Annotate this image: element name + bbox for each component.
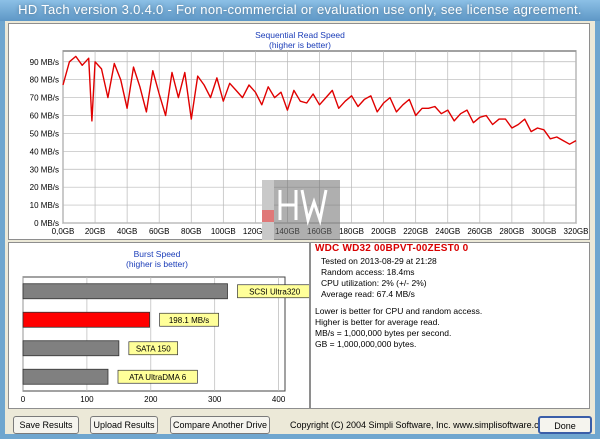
x-tick-label: 220GB xyxy=(403,227,428,236)
burst-bar-label: 198.1 MB/s xyxy=(169,316,209,325)
save-results-button[interactable]: Save Results xyxy=(13,416,79,434)
burst-x-tick-label: 0 xyxy=(21,395,26,404)
tested-date: Tested on 2013-08-29 at 21:28 xyxy=(321,256,437,266)
y-tick-label: 60 MB/s xyxy=(30,112,59,121)
y-tick-label: 30 MB/s xyxy=(30,165,59,174)
burst-x-tick-label: 300 xyxy=(208,395,222,404)
burst-bar xyxy=(22,283,228,300)
x-tick-label: 60GB xyxy=(149,227,169,236)
y-tick-label: 90 MB/s xyxy=(30,58,59,67)
burst-bar-label: ATA UltraDMA 6 xyxy=(129,373,187,382)
y-tick-label: 10 MB/s xyxy=(30,201,59,210)
x-tick-label: 240GB xyxy=(435,227,460,236)
y-tick-label: 40 MB/s xyxy=(30,147,59,156)
x-tick-label: 280GB xyxy=(499,227,524,236)
results-info: WDC WD32 00BPVT-00ZEST0 0 Tested on 2013… xyxy=(313,243,588,403)
window-title: HD Tach version 3.0.4.0 - For non-commer… xyxy=(18,2,582,17)
random-access: Random access: 18.4ms xyxy=(321,267,415,277)
sequential-chart-subtitle: (higher is better) xyxy=(269,40,331,50)
y-tick-label: 80 MB/s xyxy=(30,76,59,85)
burst-bar-label: SCSI Ultra320 xyxy=(249,287,301,296)
x-tick-label: 80GB xyxy=(181,227,201,236)
burst-bar xyxy=(22,311,150,328)
burst-chart-subtitle: (higher is better) xyxy=(126,259,188,269)
watermark-graphic xyxy=(262,180,328,240)
copyright-text: Copyright (C) 2004 Simpli Software, Inc.… xyxy=(290,420,552,430)
x-tick-label: 180GB xyxy=(339,227,364,236)
burst-bar xyxy=(22,368,109,385)
title-bar[interactable]: HD Tach version 3.0.4.0 - For non-commer… xyxy=(0,0,600,21)
note-mbs-definition: MB/s = 1,000,000 bytes per second. xyxy=(315,328,452,338)
upload-results-button[interactable]: Upload Results xyxy=(90,416,158,434)
x-tick-label: 260GB xyxy=(467,227,492,236)
burst-bar xyxy=(22,340,120,357)
x-tick-label: 300GB xyxy=(531,227,556,236)
x-tick-label: 100GB xyxy=(211,227,236,236)
y-tick-label: 50 MB/s xyxy=(30,129,59,138)
x-tick-label: 320GB xyxy=(564,227,589,236)
burst-speed-panel: Burst Speed (higher is better) 0 100 200 30… xyxy=(8,242,310,409)
burst-x-tick-label: 100 xyxy=(80,395,94,404)
burst-speed-chart: Burst Speed (higher is better) 0 100 200 30… xyxy=(21,249,309,404)
note-higher-better: Higher is better for average read. xyxy=(315,317,440,327)
y-tick-label: 70 MB/s xyxy=(30,94,59,103)
done-button[interactable]: Done xyxy=(538,416,592,434)
x-tick-label: 20GB xyxy=(85,227,105,236)
cpu-utilization: CPU utilization: 2% (+/- 2%) xyxy=(321,278,427,288)
average-read: Average read: 67.4 MB/s xyxy=(321,289,415,299)
burst-x-tick-label: 400 xyxy=(272,395,286,404)
compare-drive-button[interactable]: Compare Another Drive xyxy=(170,416,270,434)
x-tick-label: 40GB xyxy=(117,227,137,236)
y-tick-label: 20 MB/s xyxy=(30,183,59,192)
x-tick-label: 0,0GB xyxy=(52,227,75,236)
note-lower-better: Lower is better for CPU and random acces… xyxy=(315,306,483,316)
sequential-chart-title: Sequential Read Speed xyxy=(255,30,345,40)
watermark-logo xyxy=(262,180,340,240)
burst-bar-label: SATA 150 xyxy=(136,344,171,353)
drive-model: WDC WD32 00BPVT-00ZEST0 0 xyxy=(315,243,469,254)
burst-chart-title: Burst Speed xyxy=(134,249,181,259)
x-tick-label: 200GB xyxy=(371,227,396,236)
burst-x-tick-label: 200 xyxy=(144,395,158,404)
note-gb-definition: GB = 1,000,000,000 bytes. xyxy=(315,339,417,349)
